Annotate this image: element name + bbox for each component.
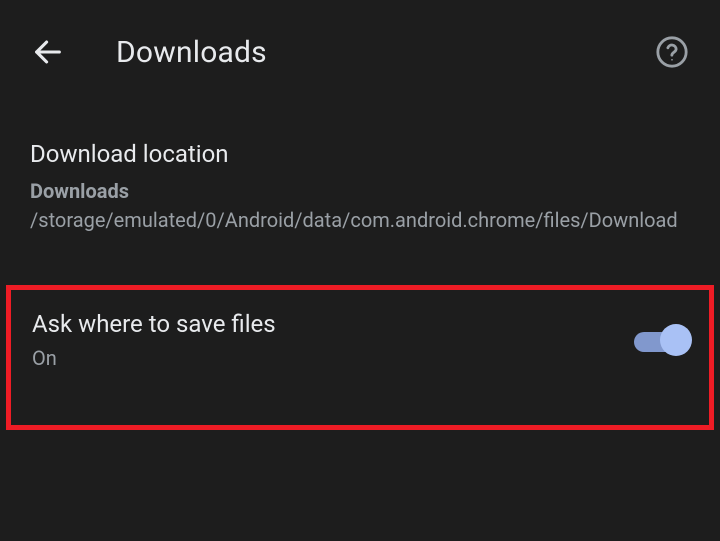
download-location-fullpath: /storage/emulated/0/Android/data/com.and… [30,208,678,232]
page-title: Downloads [116,35,604,70]
content-area: Download location Downloads /storage/emu… [0,104,720,263]
download-location-path: Downloads /storage/emulated/0/Android/da… [30,177,690,235]
download-location-folder: Downloads [30,179,129,203]
ask-where-texts: Ask where to save files On [32,310,276,370]
back-button[interactable] [28,32,68,72]
ask-where-toggle[interactable] [634,322,692,358]
download-location-setting[interactable]: Download location Downloads /storage/emu… [30,104,690,263]
download-location-title: Download location [30,140,690,168]
help-icon [655,35,689,69]
app-header: Downloads [0,0,720,104]
arrow-back-icon [31,35,65,69]
toggle-thumb [660,324,692,356]
ask-where-title: Ask where to save files [32,310,276,338]
help-button[interactable] [652,32,692,72]
ask-where-setting[interactable]: Ask where to save files On [32,310,692,370]
ask-where-status: On [32,346,276,370]
